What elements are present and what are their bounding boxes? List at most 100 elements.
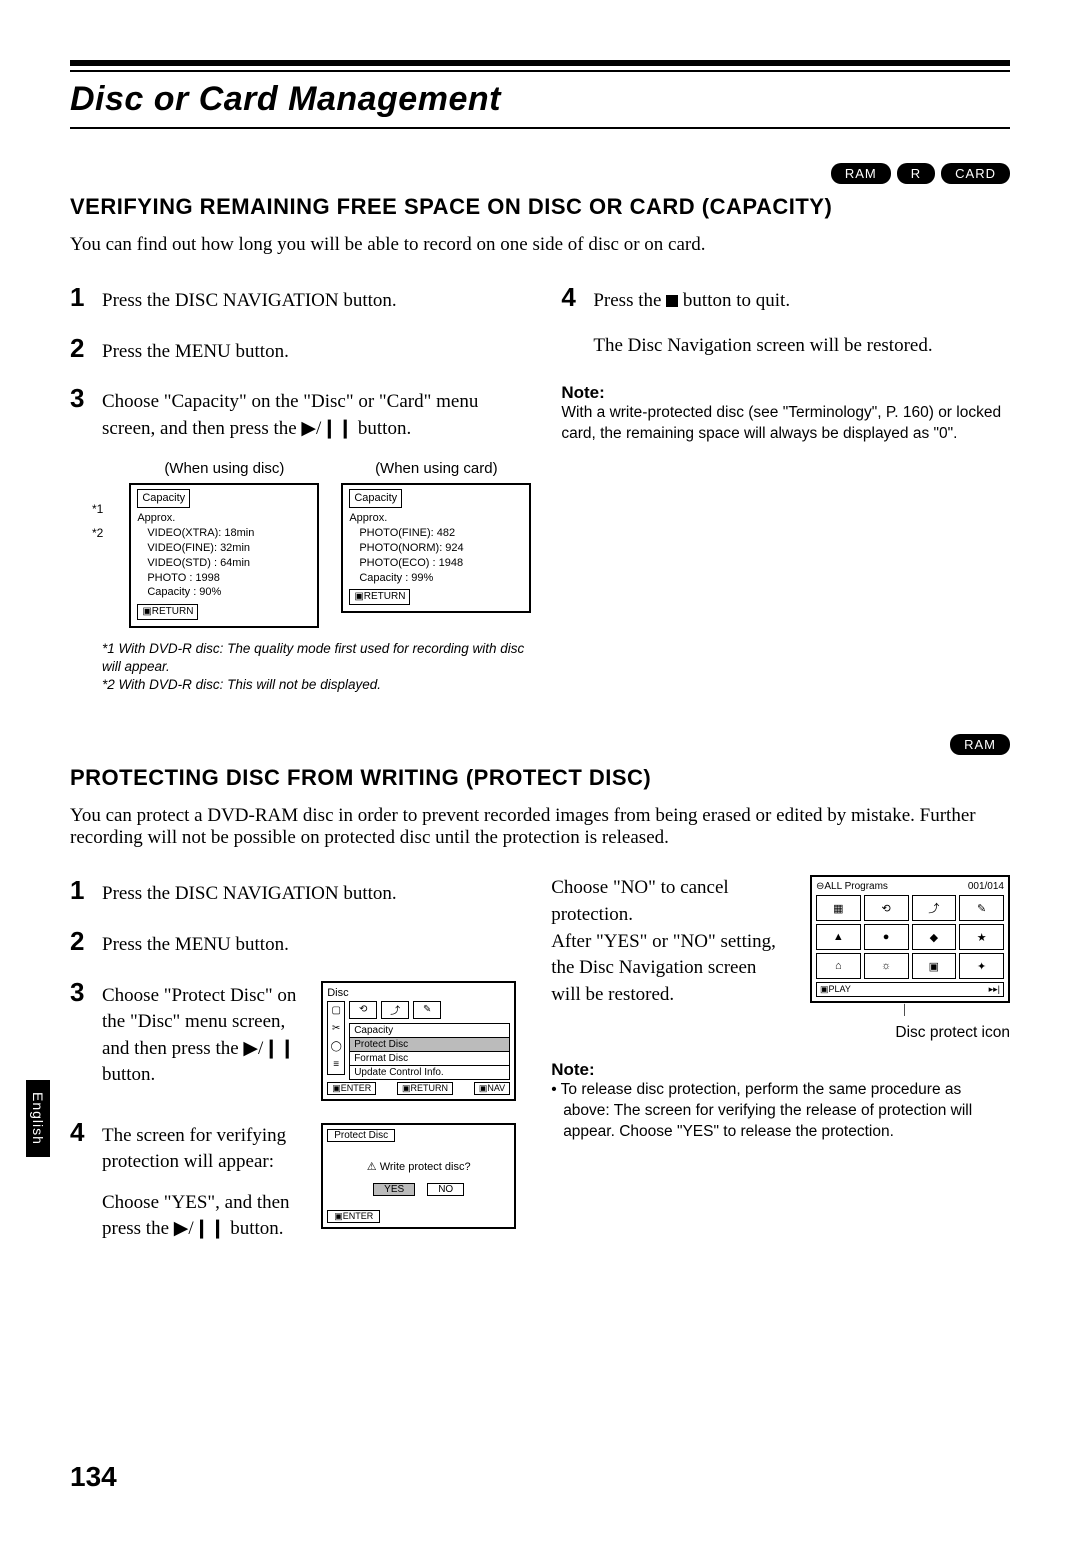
disc-diag-label: (When using disc) xyxy=(129,460,319,477)
menu-item-selected: Protect Disc xyxy=(349,1038,510,1052)
thumb-cell: ▣ xyxy=(912,953,957,979)
note2-body: • To release disc protection, perform th… xyxy=(551,1080,1010,1143)
card-diag-label: (When using card) xyxy=(341,460,531,477)
protect-question: ⚠ Write protect disc? xyxy=(327,1160,510,1173)
thumb-cell: ✦ xyxy=(959,953,1004,979)
step3-text: Choose "Capacity" on the "Disc" or "Card… xyxy=(102,389,531,442)
menu-side-icons: ▢✂◯≡ xyxy=(327,1001,345,1075)
diag-line: PHOTO(NORM): 924 xyxy=(359,541,523,556)
menu-icon: ⤴ xyxy=(381,1001,409,1019)
no-option: NO xyxy=(427,1183,464,1196)
language-tab: English xyxy=(26,1080,50,1157)
thumb-cell: ⤴ xyxy=(912,895,957,921)
note2-heading: Note: xyxy=(551,1060,1010,1080)
diag-line: VIDEO(XTRA): 18min xyxy=(147,526,311,541)
step1-text: Press the DISC NAVIGATION button. xyxy=(102,288,397,315)
step2-text: Press the MENU button. xyxy=(102,339,289,366)
thumb-cell: ● xyxy=(864,924,909,950)
thumb-caption: Disc protect icon xyxy=(800,1024,1010,1042)
diag-line: PHOTO : 1998 xyxy=(147,571,311,586)
note2-text: To release disc protection, perform the … xyxy=(561,1081,973,1140)
footnote-markers: *1 *2 xyxy=(92,460,103,540)
protect-title: Protect Disc xyxy=(327,1129,395,1142)
thumb-bot-left: ▣PLAY xyxy=(820,984,851,995)
diag-line: VIDEO(STD) : 64min xyxy=(147,556,311,571)
thumb-cell: ☼ xyxy=(864,953,909,979)
diag-line: Capacity : 99% xyxy=(359,571,523,586)
menu-item: Format Disc xyxy=(349,1052,510,1066)
diag-line: Approx. xyxy=(137,511,311,526)
s2-step3: Choose "Protect Disc" on the "Disc" menu… xyxy=(102,983,307,1089)
diag-line: Approx. xyxy=(349,511,523,526)
thumb-cell: ⟲ xyxy=(864,895,909,921)
thumb-hdr-right: 001/014 xyxy=(968,881,1004,892)
step4-pre: Press the xyxy=(593,290,666,311)
section2: RAM PROTECTING DISC FROM WRITING (PROTEC… xyxy=(70,734,1010,1259)
s2-step1: Press the DISC NAVIGATION button. xyxy=(102,881,397,908)
step4-text: Press the button to quit. xyxy=(593,288,790,315)
media-badge-row-2: RAM xyxy=(70,734,1010,755)
marker-1: *1 xyxy=(92,502,103,516)
s2-step2: Press the MENU button. xyxy=(102,932,289,959)
s2-step4b: Choose "YES", and then press the ▶/❙❙ bu… xyxy=(102,1190,307,1243)
footnote-2: *2 With DVD-R disc: This will not be dis… xyxy=(102,676,531,694)
top-rule xyxy=(70,60,1010,72)
menu-hint: ▣NAV xyxy=(474,1082,510,1095)
step-number: 2 xyxy=(70,926,92,957)
page-title: Disc or Card Management xyxy=(70,80,1010,119)
step-number: 2 xyxy=(70,333,92,364)
s2-step4a: The screen for verifying protection will… xyxy=(102,1123,307,1176)
step-number: 1 xyxy=(70,282,92,313)
enter-hint: ▣ENTER xyxy=(327,1210,380,1223)
menu-hint: ▣RETURN xyxy=(397,1082,453,1095)
title-underline xyxy=(70,127,1010,129)
menu-item: Update Control Info. xyxy=(349,1066,510,1080)
thumb-cell: ▦ xyxy=(816,895,861,921)
card-capacity-diagram: Capacity Approx. PHOTO(FINE): 482 PHOTO(… xyxy=(341,483,531,613)
note-body: With a write-protected disc (see "Termin… xyxy=(561,403,1010,445)
restored-text: The Disc Navigation screen will be resto… xyxy=(593,333,1010,360)
menu-title: Disc xyxy=(327,987,510,999)
diag-line: VIDEO(FINE): 32min xyxy=(147,541,311,556)
section1-heading: VERIFYING REMAINING FREE SPACE ON DISC O… xyxy=(70,194,1010,220)
yes-option: YES xyxy=(373,1183,415,1196)
badge-r: R xyxy=(897,163,935,184)
diag-title: Capacity xyxy=(137,489,190,508)
thumb-cell: ◆ xyxy=(912,924,957,950)
diag-title: Capacity xyxy=(349,489,402,508)
diag-return: ▣RETURN xyxy=(349,589,410,605)
thumb-cell: ✎ xyxy=(959,895,1004,921)
step-number: 3 xyxy=(70,977,92,1008)
menu-icon: ✎ xyxy=(413,1001,441,1019)
section1-footnotes: *1 With DVD-R disc: The quality mode fir… xyxy=(102,640,531,695)
menu-items: Capacity Protect Disc Format Disc Update… xyxy=(349,1023,510,1080)
section2-heading: PROTECTING DISC FROM WRITING (PROTECT DI… xyxy=(70,765,1010,791)
thumb-bot-right: ▸▸| xyxy=(989,984,1000,995)
thumb-cell: ▲ xyxy=(816,924,861,950)
menu-icon: ⟲ xyxy=(349,1001,377,1019)
media-badge-row: RAM R CARD xyxy=(70,163,1010,184)
section2-intro: You can protect a DVD-RAM disc in order … xyxy=(70,805,1010,849)
protect-confirm-diagram: Protect Disc ⚠ Write protect disc? YES N… xyxy=(321,1123,516,1229)
thumb-hdr-left: ⊖ALL Programs xyxy=(816,881,888,892)
step-number: 3 xyxy=(70,383,92,414)
diag-line: Capacity : 90% xyxy=(147,585,311,600)
step4-post: button to quit. xyxy=(678,290,790,311)
diag-line: PHOTO(FINE): 482 xyxy=(359,526,523,541)
capacity-diagrams: *1 *2 (When using disc) Capacity Approx.… xyxy=(92,460,531,627)
disc-capacity-diagram: Capacity Approx. VIDEO(XTRA): 18min VIDE… xyxy=(129,483,319,627)
badge-card: CARD xyxy=(941,163,1010,184)
diag-return: ▣RETURN xyxy=(137,604,198,620)
menu-hint: ▣ENTER xyxy=(327,1082,376,1095)
section1-intro: You can find out how long you will be ab… xyxy=(70,234,1010,256)
step-number: 4 xyxy=(70,1117,92,1148)
arrow-icon: │ xyxy=(800,1005,1010,1016)
marker-2: *2 xyxy=(92,526,103,540)
badge-ram: RAM xyxy=(831,163,891,184)
page-number: 134 xyxy=(70,1461,117,1493)
stop-icon xyxy=(666,295,678,307)
s2-right-para: Choose "NO" to cancel protection. After … xyxy=(551,875,782,1008)
badge-ram: RAM xyxy=(950,734,1010,755)
footnote-1: *1 With DVD-R disc: The quality mode fir… xyxy=(102,640,531,676)
diag-line: PHOTO(ECO) : 1948 xyxy=(359,556,523,571)
